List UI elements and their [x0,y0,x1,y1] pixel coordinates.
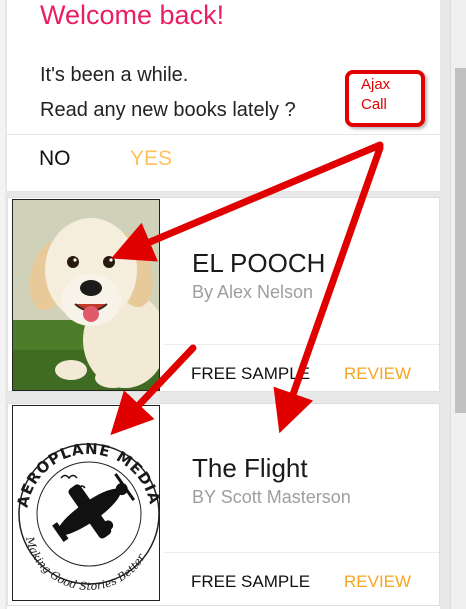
book-title: The Flight [192,453,308,483]
book-author: BY Scott Masterson [192,487,351,507]
free-sample-button[interactable]: FREE SAMPLE [191,572,310,592]
review-button[interactable]: REVIEW [344,572,411,592]
book-cover-aeroplane-media-logo: AEROPLANE MEDIA Making Good Stories Bett… [12,405,160,601]
book-card-the-flight[interactable]: AEROPLANE MEDIA Making Good Stories Bett… [7,403,440,606]
book-actions-divider [164,552,439,553]
window-edge [0,0,5,609]
welcome-message-line2: Read any new books lately ? [40,99,296,121]
free-sample-button[interactable]: FREE SAMPLE [191,364,310,384]
review-button[interactable]: REVIEW [344,364,411,384]
book-title: EL POOCH [192,248,326,278]
book-author: By Alex Nelson [192,282,314,302]
no-button[interactable]: NO [39,147,71,171]
welcome-divider [7,134,440,135]
svg-text:Making Good Stories Better: Making Good Stories Better [23,534,148,593]
welcome-title: Welcome back! [40,0,225,30]
logo-bottom-text: Making Good Stories Better [23,534,148,593]
annotation-line2: Call [361,96,387,113]
book-card-el-pooch[interactable]: EL POOCH By Alex Nelson FREE SAMPLE REVI… [7,197,440,392]
scrollbar-thumb[interactable] [455,68,466,413]
book-cover-dog-image [12,199,160,391]
annotation-line1: Ajax [361,76,391,93]
welcome-message-line1: It's been a while. [40,64,189,86]
ajax-call-annotation: Ajax Call [345,70,425,127]
yes-button[interactable]: YES [130,147,172,171]
book-actions-divider [164,344,439,345]
